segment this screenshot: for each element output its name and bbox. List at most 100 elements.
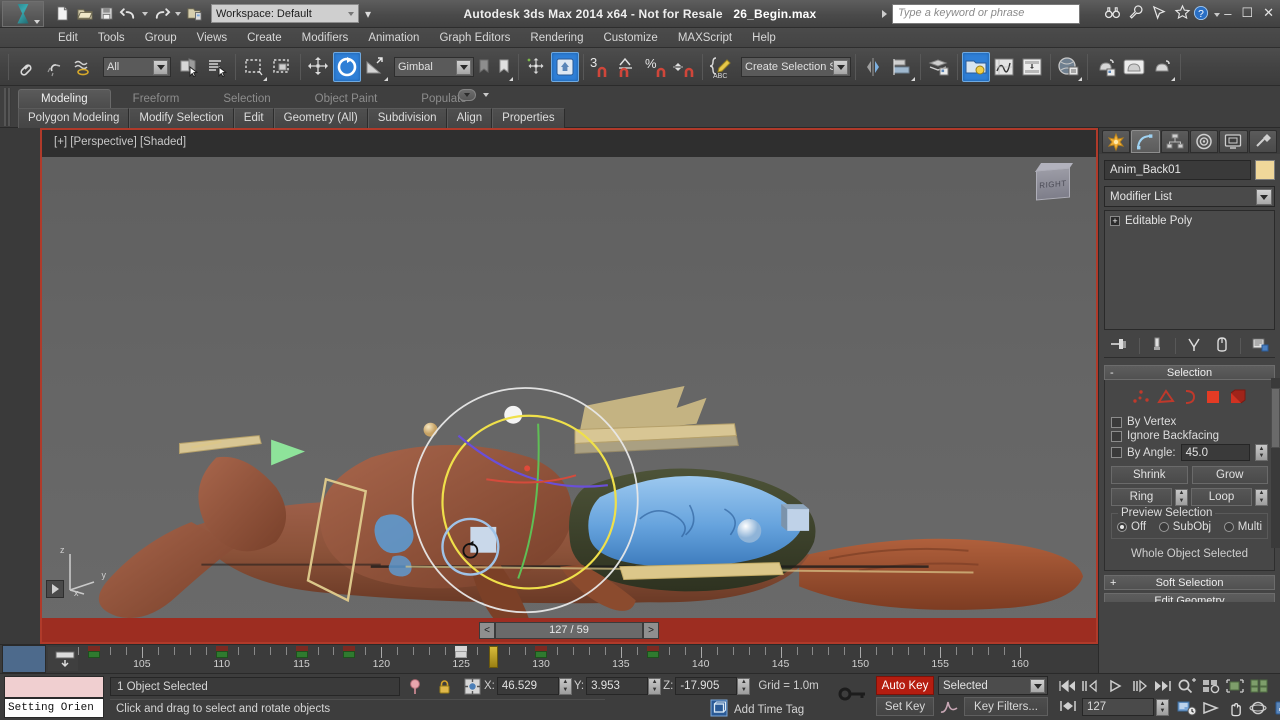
command-panel-scrollbar[interactable] xyxy=(1271,378,1280,548)
rectangular-selection-region-icon[interactable] xyxy=(240,52,268,82)
select-and-rotate-icon[interactable] xyxy=(333,51,361,82)
current-frame-spinner[interactable]: ▲ ▼ xyxy=(1156,699,1169,716)
new-file-icon[interactable] xyxy=(52,3,73,24)
soft-selection-rollout-header[interactable]: + Soft Selection xyxy=(1104,575,1275,590)
object-name-field[interactable]: Anim_Back01 xyxy=(1104,160,1251,180)
ignore-backfacing-checkbox[interactable] xyxy=(1111,430,1122,442)
create-tab[interactable] xyxy=(1102,130,1131,153)
schematic-view-icon[interactable] xyxy=(1018,52,1046,82)
modifier-stack[interactable]: + Editable Poly xyxy=(1104,210,1275,330)
render-production-icon[interactable] xyxy=(1148,52,1176,82)
time-slider-next-button[interactable]: > xyxy=(643,621,659,639)
modify-tab[interactable] xyxy=(1131,130,1160,153)
snaps-toggle-icon[interactable] xyxy=(523,52,551,82)
ribbon-panel-polygon-modeling[interactable]: Polygon Modeling xyxy=(18,108,130,128)
layer-manager-icon[interactable] xyxy=(925,52,953,82)
menu-item-create[interactable]: Create xyxy=(237,30,292,46)
track-bar-key[interactable] xyxy=(535,646,548,658)
coord-x-spinner[interactable]: ▲ ▼ xyxy=(558,677,572,695)
set-key-button[interactable]: Set Key xyxy=(876,697,934,716)
ribbon-panel-geometry-all[interactable]: Geometry (All) xyxy=(273,108,368,128)
ribbon-tab-selection[interactable]: Selection xyxy=(201,90,292,108)
play-animation-icon[interactable] xyxy=(1104,676,1126,695)
track-bar-key-selected[interactable] xyxy=(455,646,468,658)
menu-item-graph-editors[interactable]: Graph Editors xyxy=(429,30,520,46)
radio-on-icon[interactable] xyxy=(1117,522,1127,532)
menu-item-modifiers[interactable]: Modifiers xyxy=(292,30,359,46)
time-slider-field[interactable]: 127 / 59 xyxy=(495,621,643,639)
track-bar-key[interactable] xyxy=(295,646,308,658)
help-icon[interactable]: ? xyxy=(1193,5,1209,24)
current-frame-field[interactable]: 127 xyxy=(1082,698,1154,716)
add-time-tag-label[interactable]: Add Time Tag xyxy=(734,704,804,716)
maximize-viewport-icon[interactable] xyxy=(1272,698,1280,717)
ring-spinner[interactable]: ▲ ▼ xyxy=(1175,488,1188,506)
percent-snap-icon[interactable]: % xyxy=(642,52,670,82)
coord-y-field[interactable]: 3.953 xyxy=(586,677,649,695)
viewport-canvas[interactable]: [+] [Perspective] [Shaded] RIGHT z y x <… xyxy=(42,130,1096,642)
search-input[interactable]: Type a keyword or phrase xyxy=(892,4,1080,24)
pin-stack-icon[interactable] xyxy=(1110,337,1128,355)
snap-3d-icon[interactable]: 3 xyxy=(588,52,614,82)
maxscript-mini-listener-input[interactable]: Setting Orien xyxy=(4,698,104,718)
menu-item-edit[interactable]: Edit xyxy=(48,30,88,46)
search-binoculars-icon[interactable] xyxy=(1104,6,1121,22)
angle-snap-icon[interactable] xyxy=(614,52,642,82)
use-pivot-center-icon[interactable] xyxy=(474,52,494,82)
by-angle-field[interactable]: 45.0 xyxy=(1180,444,1250,461)
ribbon-panel-edit[interactable]: Edit xyxy=(233,108,274,128)
ribbon-panel-subdivision[interactable]: Subdivision xyxy=(367,108,447,128)
communication-icon[interactable] xyxy=(1152,5,1166,22)
key-mode-combo[interactable]: Selected xyxy=(938,676,1048,695)
chevron-down-icon[interactable] xyxy=(1030,679,1045,693)
mirror-icon[interactable] xyxy=(860,52,888,82)
next-frame-icon[interactable] xyxy=(1128,676,1150,695)
display-tab[interactable] xyxy=(1219,130,1248,153)
close-button[interactable]: ✕ xyxy=(1263,5,1274,21)
favorites-star-icon[interactable] xyxy=(1174,4,1191,22)
track-bar-key[interactable] xyxy=(646,646,659,658)
select-and-move-icon[interactable] xyxy=(305,52,333,82)
by-angle-checkbox[interactable] xyxy=(1111,447,1122,458)
ribbon-panel-modify-selection[interactable]: Modify Selection xyxy=(129,108,234,128)
shrink-button[interactable]: Shrink xyxy=(1111,466,1188,484)
make-unique-icon[interactable] xyxy=(1187,337,1203,355)
key-mode-icon[interactable] xyxy=(1058,699,1078,716)
goto-end-icon[interactable] xyxy=(1152,676,1174,695)
border-icon[interactable] xyxy=(1182,389,1198,408)
zoom-icon[interactable] xyxy=(1176,676,1198,695)
radio-off-icon[interactable] xyxy=(1158,522,1169,532)
undo-dropdown-icon[interactable] xyxy=(142,11,148,16)
chevron-down-icon[interactable] xyxy=(833,59,848,75)
key-filters-button[interactable]: Key Filters... xyxy=(964,697,1048,716)
material-editor-icon[interactable] xyxy=(1055,52,1083,82)
selection-lock-pin-icon[interactable] xyxy=(408,679,422,698)
track-bar-playhead[interactable] xyxy=(489,646,499,668)
preview-option-off[interactable]: Off xyxy=(1117,521,1146,533)
minimize-button[interactable]: – xyxy=(1224,6,1231,21)
ring-button[interactable]: Ring xyxy=(1111,488,1172,506)
zoom-extents-all-icon[interactable] xyxy=(1248,676,1270,695)
redo-dropdown-icon[interactable] xyxy=(175,11,181,16)
selection-rollout-header[interactable]: - Selection xyxy=(1104,365,1275,380)
viewport-perspective[interactable]: [+] [Perspective] [Shaded] RIGHT z y x <… xyxy=(40,128,1098,644)
named-selection-sets-combo[interactable]: Create Selection Se xyxy=(741,56,851,77)
use-selection-center-icon[interactable] xyxy=(494,52,514,82)
select-link-icon[interactable] xyxy=(13,52,41,82)
unlink-icon[interactable] xyxy=(41,52,69,82)
select-by-name-icon[interactable] xyxy=(203,52,231,82)
redo-icon[interactable] xyxy=(151,3,172,24)
object-color-swatch[interactable] xyxy=(1255,160,1275,180)
ignore-backfacing-row[interactable]: Ignore Backfacing xyxy=(1111,430,1268,442)
expand-plus-icon[interactable]: + xyxy=(1110,216,1120,226)
loop-button[interactable]: Loop xyxy=(1191,488,1252,506)
track-bar[interactable]: 105 110 115 120 125 130 135 140 145 150 155 160 xyxy=(0,644,1098,673)
menu-item-animation[interactable]: Animation xyxy=(358,30,429,46)
hierarchy-tab[interactable] xyxy=(1160,130,1189,153)
grow-button[interactable]: Grow xyxy=(1191,466,1268,484)
zoom-all-icon[interactable] xyxy=(1200,676,1222,695)
pan-view-icon[interactable] xyxy=(1224,698,1246,717)
coord-z-field[interactable]: -17.905 xyxy=(675,677,738,695)
menu-item-customize[interactable]: Customize xyxy=(593,30,667,46)
expand-right-icon[interactable] xyxy=(882,10,887,18)
